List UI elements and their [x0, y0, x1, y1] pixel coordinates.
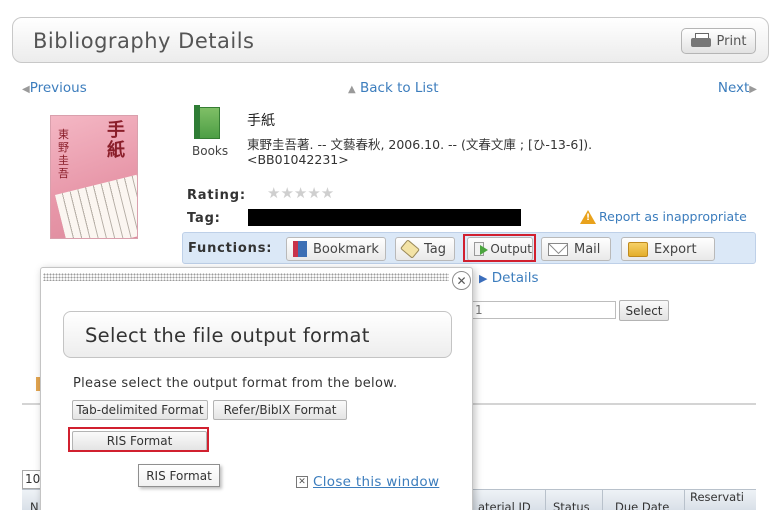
cover-letter-illustration [54, 174, 137, 238]
close-window-icon: ✕ [296, 476, 308, 488]
back-to-list-link[interactable]: ▲ Back to List [348, 80, 439, 96]
close-window-link[interactable]: ✕ Close this window [296, 474, 439, 490]
close-icon[interactable]: ✕ [452, 271, 471, 290]
details-link-label: Details [491, 270, 539, 286]
material-type-label: Books [192, 144, 229, 158]
tag-icon [400, 239, 420, 259]
previous-label: Previous [29, 80, 87, 96]
table-header-n: N [30, 500, 39, 510]
dialog-title: Select the file output format [85, 324, 370, 347]
book-icon [194, 105, 220, 139]
book-cover-image: 手紙 東野圭吾 [50, 115, 138, 239]
mail-button-label: Mail [574, 241, 601, 257]
page-title: Bibliography Details [33, 29, 255, 53]
bibliography-description: 東野圭吾著. -- 文藝春秋, 2006.10. -- (文春文庫 ; [ひ-1… [247, 137, 593, 152]
report-link-label: Report as inappropriate [599, 209, 747, 224]
output-format-dialog: ✕ Select the file output format Please s… [40, 267, 473, 510]
tab-delimited-format-button[interactable]: Tab-delimited Format [72, 400, 208, 420]
rating-stars[interactable]: ★★★★★ [267, 184, 334, 202]
bibliography-title: 手紙 [247, 113, 275, 129]
page-header: Bibliography Details Print [12, 17, 769, 63]
triangle-right-icon: ▶ [749, 84, 757, 95]
cover-title: 手紙 [107, 120, 125, 161]
dialog-title-box: Select the file output format [63, 311, 452, 358]
bibliography-record-id: <BB01042231> [247, 152, 349, 167]
table-header-due-date: Due Date [615, 500, 670, 510]
back-to-list-label: Back to List [360, 80, 439, 96]
ris-highlight-box [68, 427, 209, 452]
print-button[interactable]: Print [681, 28, 756, 54]
previous-link[interactable]: ◀Previous [22, 80, 87, 96]
close-window-label: Close this window [313, 474, 440, 490]
table-header-material-id: aterial ID [478, 500, 531, 510]
export-button[interactable]: Export [621, 237, 715, 261]
tag-value-redacted [248, 209, 521, 226]
folder-icon [628, 241, 648, 257]
refer-bibix-format-button[interactable]: Refer/BibIX Format [213, 400, 347, 420]
functions-label: Functions: [188, 241, 273, 256]
print-button-label: Print [716, 33, 747, 49]
report-inappropriate-link[interactable]: ! Report as inappropriate [580, 209, 747, 224]
details-link[interactable]: ▶ Details [479, 270, 539, 286]
output-highlight-box [463, 234, 536, 262]
cover-author: 東野圭吾 [58, 128, 69, 180]
mail-icon [548, 242, 568, 256]
select-button[interactable]: Select [619, 300, 669, 321]
ris-format-tooltip: RIS Format [138, 464, 220, 487]
bookmark-icon [293, 241, 307, 257]
warning-icon: ! [580, 209, 596, 224]
dialog-instruction: Please select the output format from the… [73, 376, 398, 391]
triangle-left-icon: ◀ [22, 84, 30, 95]
rating-label: Rating: [187, 188, 246, 203]
mail-button[interactable]: Mail [541, 237, 611, 261]
tag-button[interactable]: Tag [395, 237, 455, 261]
table-header-reservation: Reservati [690, 490, 744, 504]
export-button-label: Export [654, 241, 697, 257]
table-header-status: Status [553, 500, 590, 510]
triangle-right-icon: ▶ [479, 272, 488, 285]
triangle-up-icon: ▲ [348, 84, 356, 95]
printer-icon [690, 33, 711, 49]
next-label: Next [717, 80, 750, 96]
bookmark-button[interactable]: Bookmark [286, 237, 386, 261]
bookmark-button-label: Bookmark [313, 241, 379, 257]
next-link[interactable]: Next▶ [718, 80, 757, 96]
dialog-drag-handle[interactable] [43, 273, 449, 281]
tag-button-label: Tag [424, 241, 447, 257]
holdings-input[interactable]: 1 [470, 301, 616, 319]
tag-label: Tag: [187, 211, 221, 226]
